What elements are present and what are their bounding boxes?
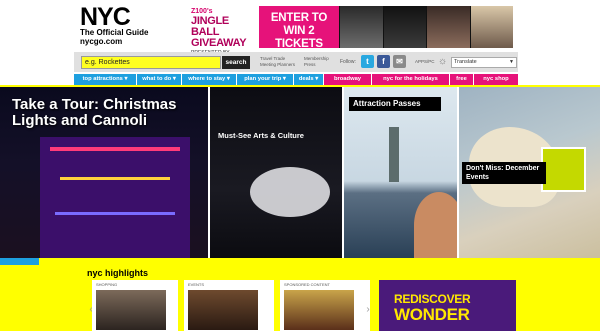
chevron-down-icon: ▾ <box>172 76 176 82</box>
hero-panel-december-events[interactable]: Don't Miss: December Events <box>459 87 600 258</box>
card-image <box>188 290 258 330</box>
nav-label: nyc shop <box>483 76 509 82</box>
main-nav: top attractions ▾ what to do ▾ where to … <box>74 74 518 85</box>
nav-label: deals <box>298 76 314 82</box>
jingle-ball-banner-ad[interactable]: Z100's JINGLE BALL GIVEAWAY PRESENTED BY… <box>185 6 513 56</box>
hero-panel-arts-culture[interactable]: Must-See Arts & Culture <box>210 87 342 258</box>
promo-line2: WONDER <box>394 305 470 324</box>
chevron-down-icon: ▾ <box>315 76 319 82</box>
weather-sun-icon[interactable]: ☼ <box>438 56 449 67</box>
visitor-image <box>414 192 457 258</box>
promo-text: REDISCOVER WONDER <box>394 292 471 324</box>
card-label: SPONSORED CONTENT <box>284 282 331 287</box>
nav-label: nyc for the holidays <box>383 76 438 82</box>
nav-label: free <box>456 76 467 82</box>
nav-deals[interactable]: deals ▾ <box>294 74 324 85</box>
highlight-card-sponsored[interactable]: SPONSORED CONTENT <box>280 280 370 331</box>
translate-label: Translate <box>454 59 477 65</box>
apps-label[interactable]: APPS/PC <box>415 59 435 64</box>
translate-select[interactable]: Translate ▼ <box>451 57 517 68</box>
logo-subtitle: The Official Guide <box>80 28 149 37</box>
nav-broadway[interactable]: broadway <box>324 74 372 85</box>
christmas-lights-house-image <box>40 137 190 258</box>
promo-line1: REDISCOVER <box>394 292 471 306</box>
banner-event-block: Z100's JINGLE BALL GIVEAWAY PRESENTED BY <box>185 6 259 56</box>
highlight-card-shopping[interactable]: SHOPPING <box>92 280 178 331</box>
lights-string <box>60 177 170 180</box>
nav-free[interactable]: free <box>450 74 474 85</box>
banner-event-title: JINGLE BALL GIVEAWAY <box>191 15 247 49</box>
lights-string <box>55 212 175 215</box>
lights-string <box>50 147 180 151</box>
nav-label: top attractions <box>82 76 123 82</box>
gift-box-image <box>541 147 586 192</box>
banner-cta[interactable]: ENTER TO WIN 2 TICKETS <box>259 6 339 50</box>
link-press[interactable]: Press <box>304 62 316 68</box>
card-label: EVENTS <box>188 282 205 287</box>
link-meeting-planners[interactable]: Meeting Planners <box>260 62 295 68</box>
nycgo-homepage: { "header": { "logo_text": "NYC", "logo_… <box>0 0 600 331</box>
hero-title: Must-See Arts & Culture <box>218 131 304 140</box>
nav-label: plan your trip <box>244 76 282 82</box>
card-image <box>96 290 166 330</box>
card-label: SHOPPING <box>96 282 118 287</box>
chevron-right-icon[interactable]: › <box>363 303 373 317</box>
email-icon[interactable]: ✉ <box>393 55 406 68</box>
nav-top-attractions[interactable]: top attractions ▾ <box>74 74 137 85</box>
banner-photo <box>426 6 470 48</box>
card-image <box>284 290 354 330</box>
search-button[interactable]: search <box>222 56 250 69</box>
hero-panel-christmas-lights[interactable]: Take a Tour: Christmas Lights and Cannol… <box>0 87 208 258</box>
banner-photo <box>339 6 383 48</box>
chevron-down-icon: ▾ <box>226 76 230 82</box>
follow-label: Follow: <box>340 59 356 65</box>
nav-nyc-shop[interactable]: nyc shop <box>474 74 518 85</box>
hero-title: Attraction Passes <box>349 97 441 111</box>
chevron-down-icon: ▼ <box>509 59 514 65</box>
carousel-progress-fill <box>0 258 39 265</box>
hero-panel-attraction-passes[interactable]: Attraction Passes <box>344 87 457 258</box>
search-input[interactable]: e.g. Rockettes <box>81 56 221 69</box>
logo-text: NYC <box>80 3 131 31</box>
banner-photo <box>469 6 513 48</box>
nyc-logo[interactable]: NYC The Official Guide nycgo.com <box>80 3 172 48</box>
statue-of-liberty-image <box>389 127 399 182</box>
ballet-dancers-image <box>250 167 330 217</box>
carousel-progress-bar[interactable] <box>0 258 600 265</box>
nav-label: where to stay <box>188 76 226 82</box>
facebook-icon[interactable]: f <box>377 55 390 68</box>
nav-what-to-do[interactable]: what to do ▾ <box>137 74 182 85</box>
logo-site: nycgo.com <box>80 37 123 46</box>
nav-nyc-for-the-holidays[interactable]: nyc for the holidays <box>372 74 450 85</box>
banner-photo <box>382 6 426 48</box>
twitter-icon[interactable]: t <box>361 55 374 68</box>
nav-plan-your-trip[interactable]: plan your trip ▾ <box>237 74 294 85</box>
nav-label: what to do <box>142 76 172 82</box>
highlights-title: nyc highlights <box>87 268 149 278</box>
nav-label: broadway <box>333 76 362 82</box>
chevron-down-icon: ▾ <box>124 76 128 82</box>
rediscover-wonder-promo[interactable]: REDISCOVER WONDER <box>379 280 516 331</box>
hero-title: Don't Miss: December Events <box>462 162 546 184</box>
banner-photos <box>339 6 513 48</box>
chevron-down-icon: ▾ <box>282 76 286 82</box>
nav-where-to-stay[interactable]: where to stay ▾ <box>182 74 237 85</box>
highlight-card-events[interactable]: EVENTS <box>184 280 274 331</box>
hero-title: Take a Tour: Christmas Lights and Cannol… <box>12 96 177 129</box>
